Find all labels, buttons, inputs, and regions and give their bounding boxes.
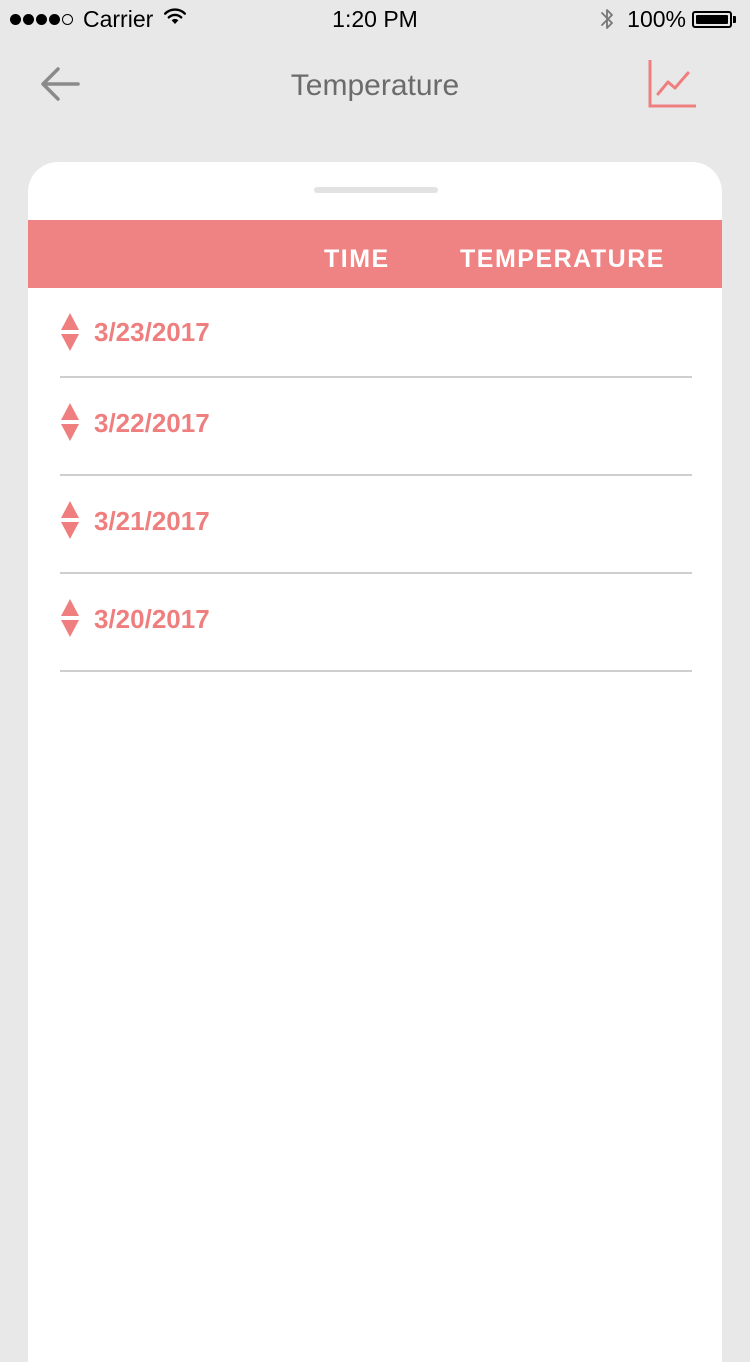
battery-body — [692, 10, 732, 28]
battery-tip — [733, 15, 736, 23]
page-title: Temperature — [290, 69, 460, 102]
chart-view-button[interactable] — [646, 56, 698, 110]
signal-dot — [36, 13, 47, 25]
row-date: 3/23/2017 — [94, 317, 210, 347]
back-button[interactable] — [36, 62, 86, 106]
carrier-label: Carrier — [83, 6, 154, 32]
status-left: Carrier — [10, 5, 187, 33]
battery-fill — [696, 14, 728, 24]
row-date: 3/20/2017 — [94, 604, 210, 634]
battery-icon — [692, 10, 736, 28]
table-header: TIME TEMPERATURE — [28, 220, 722, 288]
expand-toggle-icon[interactable] — [60, 500, 80, 540]
signal-dot — [49, 13, 60, 25]
row-date: 3/21/2017 — [94, 506, 210, 536]
temperature-list: 3/23/2017 3/22/2017 3/21/2017 3/20/2017 — [60, 288, 692, 672]
temperature-card: TIME TEMPERATURE 3/23/2017 3/22/2017 3/2… — [28, 162, 722, 1362]
signal-dot — [23, 13, 34, 25]
column-header-time[interactable]: TIME — [324, 220, 390, 288]
signal-dot — [10, 13, 21, 25]
expand-toggle-icon[interactable] — [60, 598, 80, 638]
expand-toggle-icon[interactable] — [60, 402, 80, 442]
navigation-bar: Temperature — [0, 40, 750, 132]
line-chart-icon — [648, 60, 696, 108]
arrow-left-icon — [41, 67, 80, 101]
battery-percentage: 100% — [627, 6, 686, 32]
column-header-temperature[interactable]: TEMPERATURE — [460, 220, 665, 288]
wifi-icon — [164, 8, 187, 24]
list-item[interactable]: 3/21/2017 — [60, 476, 692, 574]
list-item[interactable]: 3/20/2017 — [60, 574, 692, 672]
status-bar: Carrier 1:20 PM 100% — [0, 0, 750, 40]
row-date: 3/22/2017 — [94, 408, 210, 438]
signal-strength-icon — [10, 13, 75, 25]
bluetooth-icon — [601, 9, 614, 29]
list-item[interactable]: 3/23/2017 — [60, 288, 692, 378]
list-item[interactable]: 3/22/2017 — [60, 378, 692, 476]
status-right: 100% — [599, 5, 736, 33]
drag-handle[interactable] — [314, 187, 438, 193]
signal-dot-empty — [62, 13, 73, 25]
expand-toggle-icon[interactable] — [60, 312, 80, 352]
